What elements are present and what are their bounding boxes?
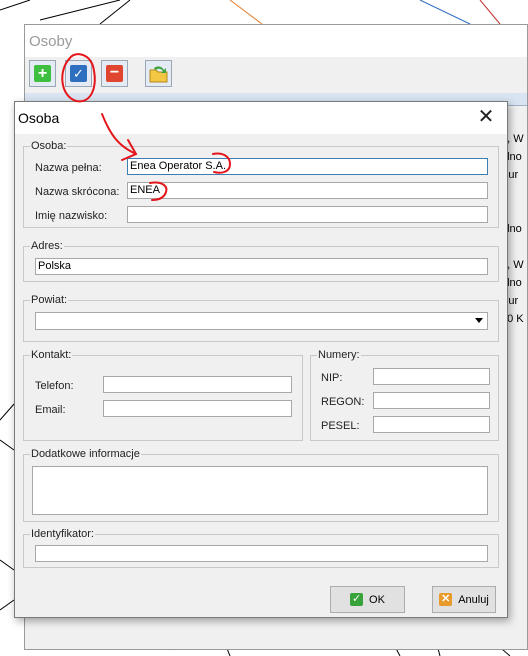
identifier-group-label: Identyfikator: [30,528,95,540]
full-name-label: Nazwa pełna: [35,162,102,174]
close-icon[interactable]: ✕ [473,106,499,130]
osoba-group-label: Osoba: [30,140,68,152]
numbers-group-label: Numery: [317,349,361,361]
address-group-label: Adres: [30,240,64,252]
pesel-input[interactable] [373,416,490,433]
pesel-label: PESEL: [321,420,360,432]
folder-arrow-icon [149,65,167,82]
cancel-button[interactable]: ✕ Anuluj [432,586,496,613]
ok-button-label: OK [369,593,385,606]
full-name-input[interactable]: Enea Operator S.A. [127,158,488,175]
phone-label: Telefon: [35,380,74,392]
add-button[interactable]: + [29,60,56,87]
edit-confirm-button[interactable]: ✓ [65,60,92,87]
osoba-dialog: Osoba ✕ Osoba: Nazwa pełna: Enea Operato… [14,101,508,618]
osoby-titlebar [25,25,527,57]
dialog-title: Osoba [18,110,60,126]
osoby-window-title: Osoby [29,33,73,50]
district-group-label: Powiat: [30,294,69,306]
check-icon: ✓ [350,593,364,606]
first-last-name-input[interactable] [127,206,488,223]
extra-info-group-label: Dodatkowe informacje [30,448,141,460]
nip-input[interactable] [373,368,490,385]
import-button[interactable] [145,60,172,87]
ok-button[interactable]: ✓ OK [330,586,405,613]
email-label: Email: [35,404,66,416]
nip-label: NIP: [321,372,343,384]
identifier-input[interactable] [35,545,488,562]
plus-icon: + [34,65,51,82]
contact-group-label: Kontakt: [30,349,73,361]
chevron-down-icon [475,318,483,323]
contact-group: Kontakt: [23,349,303,441]
address-input[interactable]: Polska [35,258,488,275]
phone-input[interactable] [103,376,292,393]
short-name-input[interactable]: ENEA [127,182,488,199]
regon-input[interactable] [373,392,490,409]
extra-info-textarea[interactable] [32,466,488,515]
email-input[interactable] [103,400,292,417]
cancel-button-label: Anuluj [458,593,489,606]
osoby-toolbar: + ✓ − [25,57,527,91]
dialog-titlebar: Osoba ✕ [15,102,507,134]
cancel-icon: ✕ [439,593,453,606]
district-select[interactable] [35,312,488,330]
minus-icon: − [106,65,123,82]
short-name-label: Nazwa skrócona: [35,186,120,198]
first-last-name-label: Imię nazwisko: [35,210,108,222]
regon-label: REGON: [321,396,365,408]
delete-button[interactable]: − [101,60,128,87]
check-icon: ✓ [70,65,87,82]
